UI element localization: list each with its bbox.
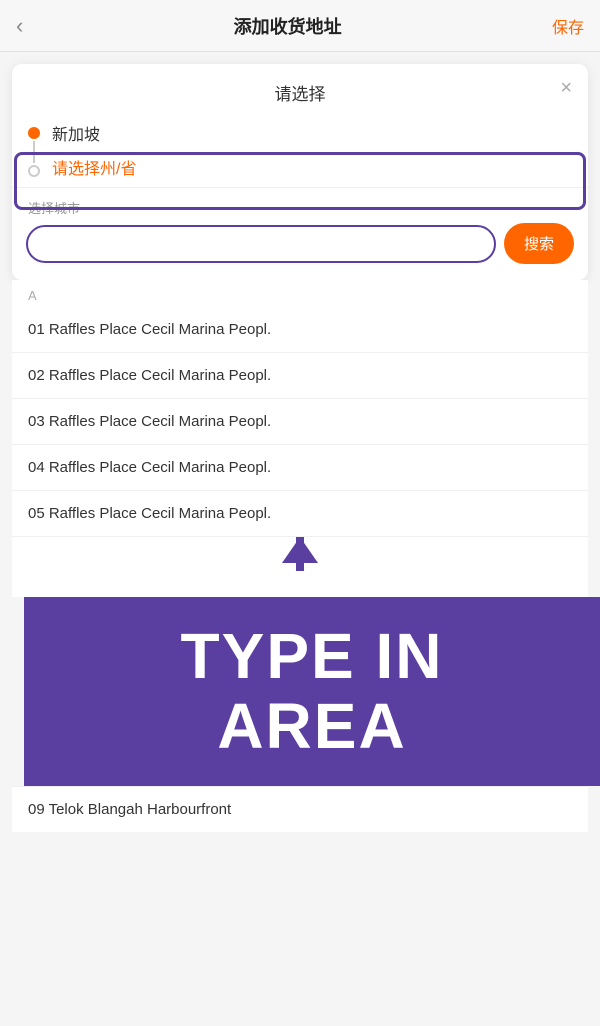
back-button[interactable]: ‹ xyxy=(16,13,23,39)
section-label-a: A xyxy=(12,280,588,307)
bottom-list-item[interactable]: 09 Telok Blangah Harbourfront xyxy=(12,786,588,832)
arrow-head-up xyxy=(282,537,318,563)
page-title: 添加收货地址 xyxy=(234,13,342,39)
arrow-container xyxy=(12,537,588,597)
search-button[interactable]: 搜索 xyxy=(504,223,574,264)
province-placeholder[interactable]: 请选择州/省 xyxy=(52,155,572,179)
nav-bar: ‹ 添加收货地址 保存 xyxy=(0,0,600,52)
save-button[interactable]: 保存 xyxy=(552,14,584,38)
type-in-banner: TYPE IN AREA xyxy=(24,597,600,786)
dot-province xyxy=(28,165,40,177)
modal-card: 请选择 × 新加坡 请选择州/省 选择城市 搜索 xyxy=(12,64,588,280)
dot-line xyxy=(33,141,35,163)
list-item[interactable]: 05 Raffles Place Cecil Marina Peopl. xyxy=(12,491,588,537)
type-in-line2: AREA xyxy=(217,691,406,761)
search-input-wrapper[interactable] xyxy=(26,225,496,263)
location-dots xyxy=(28,123,40,177)
type-in-line1: TYPE IN xyxy=(181,621,444,691)
list-container: A 01 Raffles Place Cecil Marina Peopl. 0… xyxy=(12,280,588,537)
search-label: 选择城市 xyxy=(26,198,574,217)
divider xyxy=(12,187,588,188)
search-input[interactable] xyxy=(42,235,480,252)
dot-country xyxy=(28,127,40,139)
list-item[interactable]: 01 Raffles Place Cecil Marina Peopl. xyxy=(12,307,588,353)
modal-title: 请选择 xyxy=(275,80,326,105)
modal-header: 请选择 × xyxy=(12,64,588,115)
search-row: 搜索 xyxy=(26,223,574,264)
list-item[interactable]: 04 Raffles Place Cecil Marina Peopl. xyxy=(12,445,588,491)
location-selector: 新加坡 请选择州/省 xyxy=(12,115,588,187)
close-button[interactable]: × xyxy=(560,78,572,98)
list-item[interactable]: 02 Raffles Place Cecil Marina Peopl. xyxy=(12,353,588,399)
search-area: 选择城市 搜索 xyxy=(12,198,588,264)
list-item[interactable]: 03 Raffles Place Cecil Marina Peopl. xyxy=(12,399,588,445)
country-label: 新加坡 xyxy=(52,121,572,145)
